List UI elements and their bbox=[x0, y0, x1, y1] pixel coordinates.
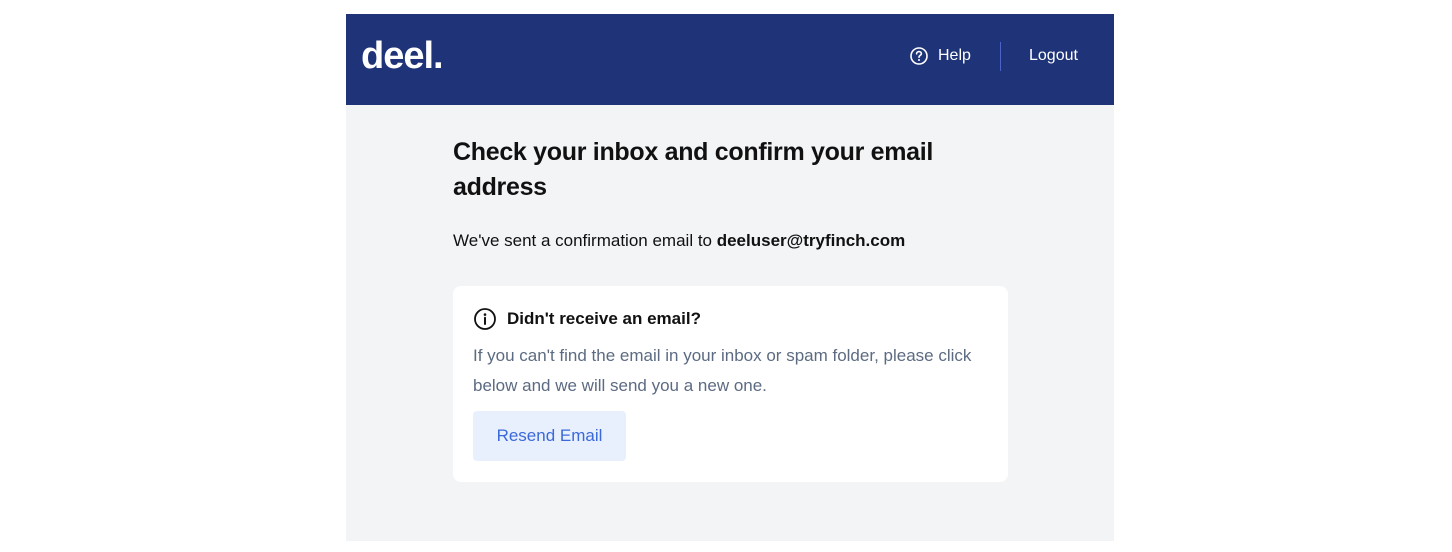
page-title: Check your inbox and confirm your email … bbox=[453, 138, 934, 201]
info-icon bbox=[473, 307, 497, 331]
deel-logo[interactable]: deel. bbox=[361, 34, 444, 78]
top-header: deel. Help Logout bbox=[346, 14, 1114, 105]
resend-card-header: Didn't receive an email? bbox=[473, 307, 701, 331]
confirmation-prefix: We've sent a confirmation email to bbox=[453, 231, 717, 250]
resend-card: Didn't receive an email? If you can't fi… bbox=[453, 286, 1008, 482]
header-divider bbox=[1000, 42, 1001, 71]
confirmation-message: We've sent a confirmation email to deelu… bbox=[453, 230, 905, 252]
resend-card-title: Didn't receive an email? bbox=[507, 309, 701, 328]
resend-email-button[interactable]: Resend Email bbox=[473, 411, 626, 461]
help-label: Help bbox=[938, 47, 971, 64]
confirm-email-page: deel. Help Logout Check your inbox and c… bbox=[346, 14, 1114, 541]
help-link[interactable]: Help bbox=[909, 44, 971, 68]
logout-link[interactable]: Logout bbox=[1029, 44, 1078, 68]
confirmation-email: deeluser@tryfinch.com bbox=[716, 231, 906, 250]
resend-card-body: If you can't find the email in your inbo… bbox=[473, 346, 972, 395]
help-icon bbox=[909, 46, 929, 66]
